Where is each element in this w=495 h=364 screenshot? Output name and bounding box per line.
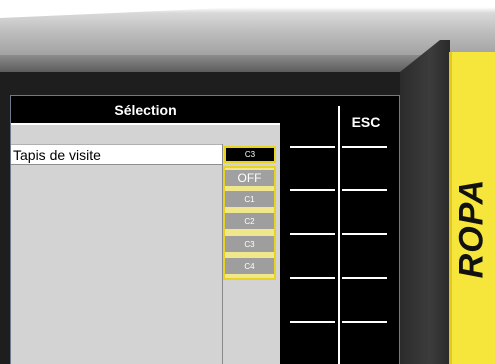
subheader-bar bbox=[11, 125, 280, 144]
option-c4[interactable]: C4 bbox=[225, 258, 274, 274]
option-c1[interactable]: C1 bbox=[225, 191, 274, 207]
dialog-title: Sélection bbox=[11, 97, 280, 123]
softkey-separator bbox=[290, 277, 335, 279]
softkey-separator bbox=[342, 321, 387, 323]
current-value-field[interactable]: C3 bbox=[224, 146, 276, 163]
list-item-tapis-de-visite[interactable]: Tapis de visite bbox=[11, 145, 222, 165]
softkey-divider bbox=[338, 106, 340, 364]
softkey-separator bbox=[342, 277, 387, 279]
option-c3[interactable]: C3 bbox=[225, 236, 274, 252]
option-dropdown: OFF C1 C2 C3 C4 bbox=[223, 166, 276, 280]
softkey-separator bbox=[290, 189, 335, 191]
brand-logo: ROPA bbox=[449, 52, 495, 364]
softkey-separator bbox=[290, 146, 335, 148]
softkey-separator bbox=[290, 321, 335, 323]
settings-list bbox=[11, 144, 222, 364]
brand-logo-text: ROPA bbox=[452, 178, 491, 278]
softkey-separator bbox=[342, 146, 387, 148]
option-c2[interactable]: C2 bbox=[225, 213, 274, 229]
list-item-label: Tapis de visite bbox=[13, 146, 101, 163]
housing-shadow bbox=[0, 55, 440, 73]
softkey-separator bbox=[342, 189, 387, 191]
housing-side bbox=[400, 40, 450, 364]
softkey-separator bbox=[290, 233, 335, 235]
softkey-separator bbox=[342, 233, 387, 235]
current-value-text: C3 bbox=[244, 150, 256, 159]
option-off[interactable]: OFF bbox=[225, 170, 274, 186]
esc-button[interactable]: ESC bbox=[342, 110, 390, 134]
